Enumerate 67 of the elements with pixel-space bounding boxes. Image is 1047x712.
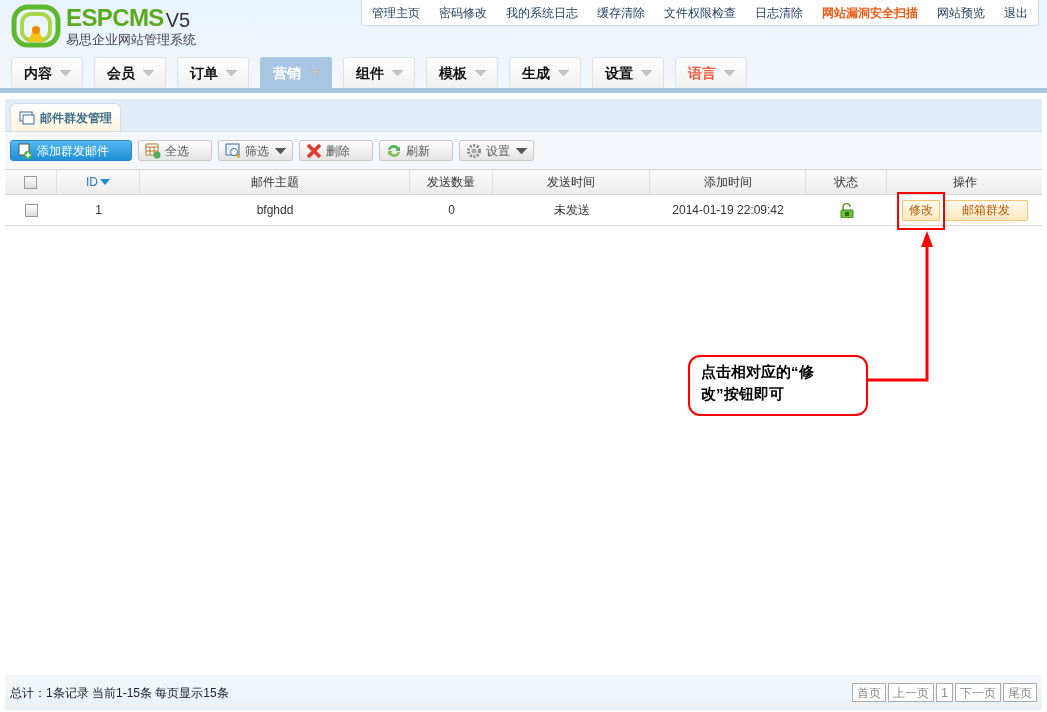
nav-tab[interactable]: 设置 — [592, 57, 664, 88]
top-link[interactable]: 密码修改 — [439, 3, 487, 22]
caret-icon — [308, 70, 320, 76]
action-button[interactable]: 修改 — [902, 199, 940, 221]
column-header: 邮件主题 — [250, 174, 299, 191]
document-add-icon — [17, 142, 33, 159]
nav-tab[interactable]: 会员 — [94, 57, 166, 88]
pager-button[interactable]: 尾页 — [1003, 683, 1037, 702]
pager-button[interactable]: 下一页 — [955, 683, 1001, 702]
delete-icon — [306, 142, 322, 159]
caret-icon — [474, 70, 486, 76]
nav-tab[interactable]: 组件 — [343, 57, 415, 88]
monitor-icon — [19, 110, 35, 125]
column-header: 发送时间 — [547, 174, 595, 191]
table-cell-text: 未发送 — [553, 202, 590, 219]
table-cell-text: bfghdd — [256, 202, 294, 219]
logo-subtitle: 易思企业网站管理系统 — [66, 33, 196, 46]
column-header[interactable]: ID — [86, 173, 98, 191]
caret-icon — [557, 70, 569, 76]
column-header: 发送数量 — [427, 174, 475, 191]
column-header: 状态 — [834, 174, 858, 191]
checkbox[interactable] — [24, 175, 37, 189]
top-link[interactable]: 网站预览 — [937, 3, 985, 22]
caret-icon — [225, 70, 237, 76]
top-link[interactable]: 缓存清除 — [597, 3, 645, 22]
caret-icon — [391, 70, 403, 76]
caret-icon — [723, 70, 735, 76]
callout-note: 点击相对应的“修改”按钮即可 — [688, 355, 868, 416]
nav-tab[interactable]: 生成 — [509, 57, 581, 88]
caret-icon — [142, 70, 154, 76]
action-button[interactable]: 邮箱群发 — [944, 199, 1028, 221]
caret-icon — [640, 70, 652, 76]
toolbar-button[interactable]: 删除 — [299, 140, 373, 161]
nav-tab[interactable]: 内容 — [11, 57, 83, 88]
logo-icon — [10, 4, 62, 48]
pager-button[interactable]: 首页 — [852, 683, 887, 702]
pager-button[interactable]: 1 — [936, 683, 953, 702]
toolbar-button[interactable]: 设置 — [459, 140, 534, 161]
top-link[interactable]: 退出 — [1004, 3, 1028, 22]
top-link[interactable]: 我的系统日志 — [506, 3, 578, 22]
brand-name: ESPCMS — [66, 6, 164, 30]
table-cell-text: 0 — [448, 202, 455, 219]
settings-icon — [466, 142, 482, 159]
table-cell-text: 1 — [95, 202, 102, 219]
refresh-icon — [386, 142, 402, 159]
unlocked-padlock-icon — [839, 202, 854, 218]
toolbar-button[interactable]: 全选 — [138, 140, 212, 161]
table-cell-text: 2014-01-19 22:09:42 — [672, 202, 784, 219]
version-label: V5 — [165, 10, 191, 30]
top-link[interactable]: 日志清除 — [755, 3, 803, 22]
sort-icon[interactable] — [100, 179, 110, 185]
record-summary: 总计：1条记录 当前1-15条 每页显示15条 — [10, 684, 229, 702]
column-header: 操作 — [952, 174, 977, 191]
grid-add-icon — [145, 142, 161, 159]
caret-icon — [59, 70, 71, 76]
nav-tab[interactable]: 模板 — [426, 57, 498, 88]
nav-tab[interactable]: 订单 — [177, 57, 249, 88]
toolbar-button[interactable]: 刷新 — [379, 140, 453, 161]
column-header: 添加时间 — [703, 174, 752, 191]
magnifier-window-icon — [225, 142, 241, 159]
checkbox[interactable] — [24, 203, 38, 217]
top-link[interactable]: 文件权限检查 — [664, 3, 736, 22]
highlight-frame — [897, 192, 945, 230]
panel-tab[interactable]: 邮件群发管理 — [10, 103, 121, 131]
toolbar-button[interactable]: 筛选 — [218, 140, 293, 161]
pager-button[interactable]: 上一页 — [888, 683, 935, 702]
top-link[interactable]: 管理主页 — [372, 3, 420, 22]
